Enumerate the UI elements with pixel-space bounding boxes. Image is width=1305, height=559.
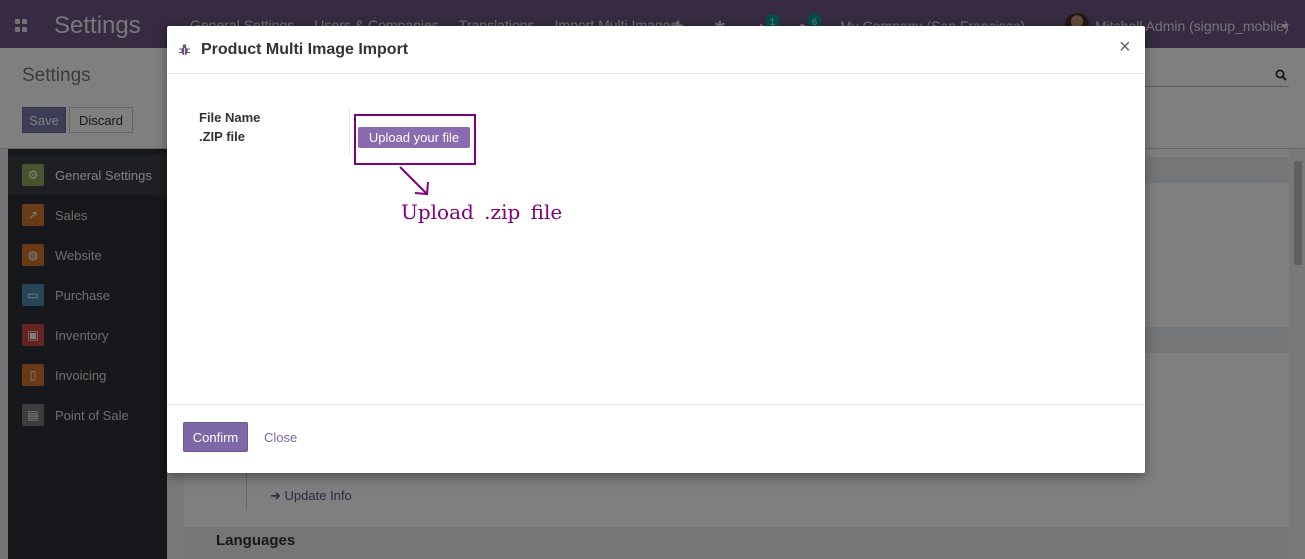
field-separator <box>349 108 350 154</box>
bug-icon <box>179 44 190 56</box>
close-icon[interactable]: × <box>1119 37 1131 57</box>
import-dialog: Product Multi Image Import × File Name .… <box>167 26 1145 473</box>
confirm-button[interactable]: Confirm <box>183 422 248 452</box>
annotation-label: Upload .zip file <box>401 200 563 224</box>
upload-file-button[interactable]: Upload your file <box>358 127 470 148</box>
dialog-footer: Confirm Close <box>167 404 1145 473</box>
dialog-header: Product Multi Image Import × <box>167 26 1145 74</box>
annotation-arrow-icon <box>399 166 429 196</box>
field-label-file-name: File Name <box>199 110 261 125</box>
dialog-title: Product Multi Image Import <box>201 41 409 58</box>
field-label-zip-file: .ZIP file <box>199 129 245 144</box>
close-button[interactable]: Close <box>264 430 297 445</box>
